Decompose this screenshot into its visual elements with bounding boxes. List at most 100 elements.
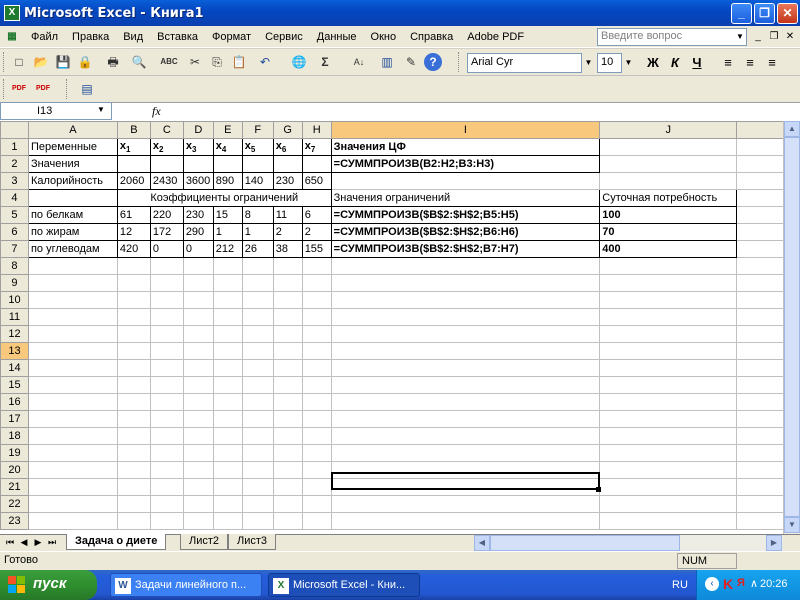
clock[interactable]: 20:26: [760, 578, 788, 590]
row-header[interactable]: 21: [0, 478, 29, 496]
empty-cell[interactable]: [272, 325, 303, 343]
empty-cell[interactable]: [149, 495, 184, 513]
cell-H6[interactable]: 2: [301, 223, 332, 241]
menu-insert[interactable]: Вставка: [150, 31, 205, 43]
empty-cell[interactable]: [599, 342, 738, 360]
doc-close-button[interactable]: ✕: [784, 31, 796, 43]
scroll-thumb[interactable]: [784, 137, 800, 517]
tray-arrow-icon[interactable]: ‹: [705, 577, 719, 591]
empty-cell[interactable]: [301, 427, 332, 445]
name-box-dropdown-arrow[interactable]: ▼: [97, 105, 105, 114]
undo-icon[interactable]: ↶: [256, 53, 274, 71]
empty-cell[interactable]: [27, 444, 118, 462]
empty-cell[interactable]: [116, 444, 151, 462]
menu-edit[interactable]: Правка: [65, 31, 116, 43]
menu-format[interactable]: Формат: [205, 31, 258, 43]
cell-C3[interactable]: 2430: [149, 172, 184, 190]
row-header[interactable]: 17: [0, 410, 29, 428]
empty-cell[interactable]: [301, 291, 332, 309]
doc-restore-button[interactable]: ❐: [768, 31, 780, 43]
align-right-icon[interactable]: ≡: [762, 53, 782, 73]
doc-minimize-button[interactable]: _: [752, 31, 764, 43]
row-header[interactable]: 4: [0, 189, 29, 207]
antivirus-icon[interactable]: K: [723, 576, 733, 592]
empty-cell[interactable]: [330, 444, 601, 462]
row-header[interactable]: 19: [0, 444, 29, 462]
empty-cell[interactable]: [330, 478, 601, 496]
cell-B2[interactable]: [116, 155, 151, 173]
cell-F7[interactable]: 26: [241, 240, 274, 258]
cell-C6[interactable]: 172: [149, 223, 184, 241]
chart-wizard-icon[interactable]: ▥: [378, 53, 396, 71]
tray-app-icon[interactable]: ∧: [750, 577, 758, 590]
row-header[interactable]: 1: [0, 138, 29, 156]
cell-I6[interactable]: =СУММПРОИЗВ($B$2:$H$2;B6:H6): [330, 223, 601, 241]
row-header[interactable]: 7: [0, 240, 29, 258]
empty-cell[interactable]: [301, 512, 332, 530]
empty-cell[interactable]: [212, 495, 243, 513]
empty-cell[interactable]: [599, 376, 738, 394]
empty-cell[interactable]: [149, 376, 184, 394]
column-header[interactable]: E: [212, 121, 243, 139]
empty-cell[interactable]: [330, 291, 601, 309]
empty-cell[interactable]: [27, 393, 118, 411]
excel-app-icon[interactable]: X: [4, 5, 20, 21]
empty-cell[interactable]: [330, 257, 601, 275]
empty-cell[interactable]: [182, 427, 214, 445]
empty-cell[interactable]: [599, 393, 738, 411]
cell-I5[interactable]: =СУММПРОИЗВ($B$2:$H$2;B5:H5): [330, 206, 601, 224]
row-header[interactable]: 10: [0, 291, 29, 309]
empty-cell[interactable]: [241, 478, 274, 496]
toolbar-grip[interactable]: [3, 52, 6, 72]
empty-cell[interactable]: [182, 461, 214, 479]
empty-cell[interactable]: [272, 427, 303, 445]
column-header[interactable]: A: [27, 121, 118, 139]
empty-cell[interactable]: [301, 376, 332, 394]
empty-cell[interactable]: [272, 274, 303, 292]
column-header-selected[interactable]: I: [330, 121, 601, 139]
empty-cell[interactable]: [330, 495, 601, 513]
empty-cell[interactable]: [599, 444, 738, 462]
prev-sheet-icon[interactable]: ◀: [18, 536, 30, 549]
row-header[interactable]: 11: [0, 308, 29, 326]
empty-cell[interactable]: [182, 342, 214, 360]
empty-cell[interactable]: [182, 512, 214, 530]
empty-cell[interactable]: [27, 291, 118, 309]
cell-J3[interactable]: [599, 172, 738, 190]
cell-B7[interactable]: 420: [116, 240, 151, 258]
insert-function-icon[interactable]: fx: [152, 104, 161, 119]
formula-bar[interactable]: [0, 102, 800, 121]
empty-cell[interactable]: [330, 376, 601, 394]
save-icon[interactable]: 💾: [54, 53, 72, 71]
help-dropdown-arrow[interactable]: ▼: [733, 28, 747, 46]
sort-ascending-icon[interactable]: A↓: [350, 53, 368, 71]
cell-F2[interactable]: [241, 155, 274, 173]
empty-cell[interactable]: [599, 410, 738, 428]
title-bar[interactable]: X Microsoft Excel - Книга1: [0, 0, 800, 26]
empty-cell[interactable]: [330, 512, 601, 530]
row-header[interactable]: 13: [0, 342, 29, 360]
empty-cell[interactable]: [116, 376, 151, 394]
cell-E1[interactable]: x4: [212, 138, 243, 156]
row-header[interactable]: 3: [0, 172, 29, 190]
empty-cell[interactable]: [116, 410, 151, 428]
empty-cell[interactable]: [149, 359, 184, 377]
autosum-icon[interactable]: Σ: [316, 53, 334, 71]
empty-cell[interactable]: [272, 478, 303, 496]
empty-cell[interactable]: [599, 478, 738, 496]
cell-F6[interactable]: 1: [241, 223, 274, 241]
empty-cell[interactable]: [182, 393, 214, 411]
empty-cell[interactable]: [149, 308, 184, 326]
column-header[interactable]: C: [149, 121, 184, 139]
cell-H1[interactable]: x7: [301, 138, 332, 156]
empty-cell[interactable]: [182, 410, 214, 428]
empty-cell[interactable]: [116, 461, 151, 479]
empty-cell[interactable]: [301, 308, 332, 326]
empty-cell[interactable]: [301, 478, 332, 496]
empty-cell[interactable]: [212, 393, 243, 411]
maximize-button[interactable]: ❐: [754, 3, 775, 24]
empty-cell[interactable]: [149, 410, 184, 428]
language-indicator[interactable]: RU: [672, 579, 688, 591]
empty-cell[interactable]: [599, 512, 738, 530]
cell-B3[interactable]: 2060: [116, 172, 151, 190]
